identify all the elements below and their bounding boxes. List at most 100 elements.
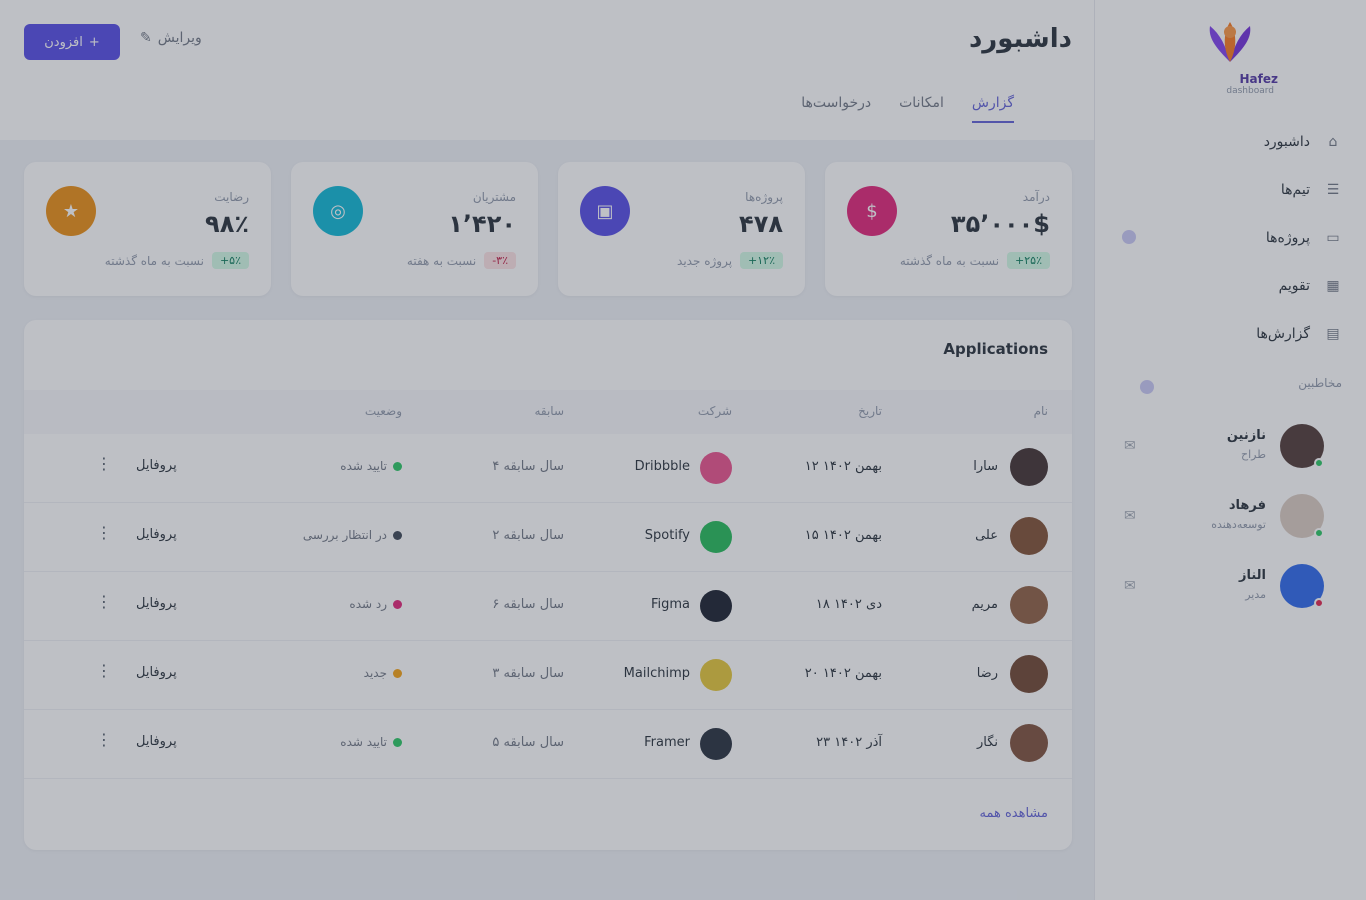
- online-indicator: [1314, 598, 1324, 608]
- stat-card-revenue: $ درآمد ۳۵٬۰۰۰$ نسبت به ماه گذشته +۲۵٪: [825, 162, 1072, 296]
- status-badge: رد شده: [349, 597, 402, 611]
- stats-row: ★ رضایت ۹۸٪ نسبت به ماه گذشته +۵٪ ◎ مشتر…: [24, 162, 1072, 296]
- pencil-icon: ✎: [140, 30, 152, 46]
- tenure: ۲ سال سابقه: [492, 528, 564, 543]
- online-indicator: [1314, 458, 1324, 468]
- stat-value: ۳۵٬۰۰۰$: [950, 210, 1050, 238]
- stat-label: پروژه‌ها: [745, 190, 783, 204]
- brand-name: Hafez: [1239, 72, 1278, 86]
- edit-button[interactable]: ✎ ویرایش: [140, 30, 202, 46]
- stat-card-satisfaction: ★ رضایت ۹۸٪ نسبت به ماه گذشته +۵٪: [24, 162, 271, 296]
- status-dot: [393, 668, 402, 678]
- table-row[interactable]: نگار ۲۳ آذر ۱۴۰۲ Framer ۵ سال سابقه تایی…: [24, 710, 1072, 779]
- plus-icon: +: [88, 34, 100, 50]
- applicant-name: رضا: [976, 666, 998, 681]
- sidebar-item-teams[interactable]: تیم‌ها ☰: [1122, 166, 1342, 214]
- stat-delta: نسبت به هفته -۳٪: [407, 252, 516, 269]
- col-date: تاریخ: [858, 404, 882, 418]
- application-date: ۲۳ آذر ۱۴۰۲: [816, 735, 882, 750]
- col-status: وضعیت: [364, 404, 402, 418]
- stat-delta-text: پروژه جدید: [677, 253, 733, 268]
- calendar-icon: ▦: [1326, 278, 1340, 294]
- status-text: تایید شده: [340, 735, 387, 749]
- company-name: Dribbble: [634, 459, 690, 474]
- table-row[interactable]: سارا ۱۲ بهمن ۱۴۰۲ Dribbble ۴ سال سابقه ت…: [24, 434, 1072, 503]
- status-badge: در انتظار بررسی: [303, 528, 402, 542]
- home-icon: ⌂: [1328, 134, 1338, 150]
- topbar: داشبورد درخواست‌ها امکانات گزارش افزودن …: [0, 0, 1094, 140]
- table-row[interactable]: علی ۱۵ بهمن ۱۴۰۲ Spotify ۲ سال سابقه در …: [24, 503, 1072, 572]
- avatar: [1010, 517, 1048, 555]
- stat-card-projects: ▣ پروژه‌ها ۴۷۸ پروژه جدید +۱۲٪: [558, 162, 805, 296]
- tab-requests[interactable]: درخواست‌ها: [801, 95, 871, 123]
- more-vertical-icon[interactable]: ⋮: [96, 592, 112, 611]
- message-icon[interactable]: ✉: [1124, 508, 1136, 524]
- applicant-name: نگار: [976, 735, 998, 750]
- tab-report[interactable]: گزارش: [971, 95, 1014, 123]
- sidebar-item-label: داشبورد: [1263, 134, 1310, 150]
- stat-value: ۱٬۴۲۰: [448, 210, 516, 238]
- users-icon: ◎: [313, 186, 363, 236]
- stat-value: ۴۷۸: [739, 210, 783, 238]
- sidebar-item-label: گزارش‌ها: [1256, 326, 1310, 342]
- application-date: ۱۸ دی ۱۴۰۲: [815, 597, 882, 612]
- profile-button[interactable]: پروفایل: [136, 458, 177, 473]
- contacts-section-title: مخاطبین: [1298, 376, 1342, 390]
- sidebar-item-label: تقویم: [1278, 278, 1310, 294]
- profile-button[interactable]: پروفایل: [136, 596, 177, 611]
- stat-delta: پروژه جدید +۱۲٪: [677, 252, 783, 269]
- status-text: در انتظار بررسی: [302, 528, 387, 542]
- sidebar-item-reports[interactable]: گزارش‌ها ▤: [1122, 310, 1342, 358]
- figma-logo: [700, 590, 732, 622]
- table-row[interactable]: رضا ۲۰ بهمن ۱۴۰۲ Mailchimp ۳ سال سابقه ج…: [24, 641, 1072, 710]
- company-name: Spotify: [644, 528, 690, 543]
- sidebar-item-dashboard[interactable]: داشبورد ⌂: [1122, 118, 1342, 166]
- avatar: [1010, 655, 1048, 693]
- stat-label: مشتریان: [472, 190, 516, 204]
- tenure: ۴ سال سابقه: [492, 459, 564, 474]
- message-icon[interactable]: ✉: [1124, 438, 1136, 454]
- new-button[interactable]: افزودن +: [24, 24, 120, 60]
- stat-label: رضایت: [214, 190, 249, 204]
- mailchimp-logo: [700, 659, 732, 691]
- view-all-link[interactable]: مشاهده همه: [980, 806, 1049, 821]
- chart-icon: ▤: [1326, 326, 1340, 342]
- spotify-logo: [700, 521, 732, 553]
- more-vertical-icon[interactable]: ⋮: [96, 661, 112, 680]
- contact-name: فرهاد: [1228, 498, 1266, 513]
- more-vertical-icon[interactable]: ⋮: [96, 730, 112, 749]
- chevron-down-icon[interactable]: [1140, 380, 1154, 394]
- stat-delta: نسبت به ماه گذشته +۵٪: [105, 252, 249, 269]
- page-title: داشبورد: [968, 24, 1072, 54]
- stat-delta-text: نسبت به ماه گذشته: [104, 253, 204, 268]
- sidebar-item-label: پروژه‌ها: [1265, 230, 1310, 246]
- more-vertical-icon[interactable]: ⋮: [96, 454, 112, 473]
- stat-delta-text: نسبت به هفته: [406, 253, 477, 268]
- sidebar-item-projects[interactable]: پروژه‌ها ▭: [1122, 214, 1342, 262]
- status-badge: تایید شده: [340, 459, 402, 473]
- table-header: نام تاریخ شرکت سابقه وضعیت: [24, 390, 1072, 434]
- more-vertical-icon[interactable]: ⋮: [96, 523, 112, 542]
- contact-item[interactable]: الناز مدیر ✉: [1124, 564, 1324, 620]
- tenure: ۵ سال سابقه: [492, 735, 564, 750]
- sidebar-item-calendar[interactable]: تقویم ▦: [1122, 262, 1342, 310]
- profile-button[interactable]: پروفایل: [136, 665, 177, 680]
- avatar: [1010, 448, 1048, 486]
- dribbble-logo: [700, 452, 732, 484]
- stat-badge: +۵٪: [211, 252, 249, 269]
- status-dot: [393, 599, 402, 609]
- company-name: Figma: [650, 597, 690, 612]
- contact-item[interactable]: فرهاد توسعه‌دهنده ✉: [1124, 494, 1324, 550]
- folder-icon: ▭: [1326, 230, 1340, 246]
- contact-item[interactable]: نازنین طراح ✉: [1124, 424, 1324, 480]
- col-tenure: سابقه: [534, 404, 564, 418]
- table-row[interactable]: مریم ۱۸ دی ۱۴۰۲ Figma ۶ سال سابقه رد شده…: [24, 572, 1072, 641]
- stat-badge: +۲۵٪: [1007, 252, 1050, 269]
- profile-button[interactable]: پروفایل: [136, 527, 177, 542]
- message-icon[interactable]: ✉: [1124, 578, 1136, 594]
- status-dot: [393, 737, 402, 747]
- star-icon: ★: [46, 186, 96, 236]
- profile-button[interactable]: پروفایل: [136, 734, 177, 749]
- application-date: ۱۲ بهمن ۱۴۰۲: [804, 459, 882, 474]
- tab-features[interactable]: امکانات: [899, 95, 944, 123]
